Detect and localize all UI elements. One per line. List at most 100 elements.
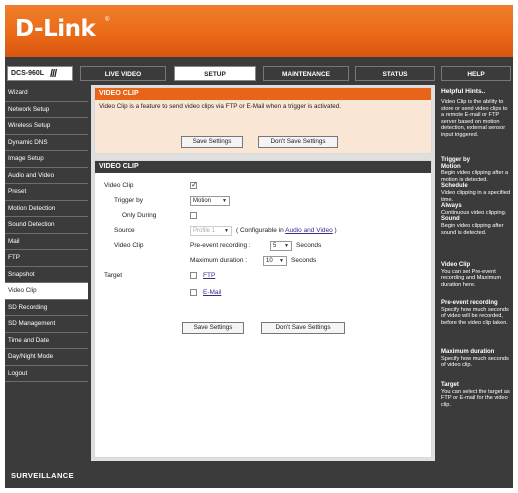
audio-and-video-link[interactable]: Audio and Video (285, 227, 333, 234)
main-content: VIDEO CLIP Video Clip is a feature to se… (91, 85, 435, 461)
form-title: VIDEO CLIP (95, 161, 431, 173)
pre-event-recording-value: 5 (273, 243, 277, 249)
help-sound-title: Sound (441, 216, 460, 223)
sidebar-item-snapshot[interactable]: Snapshot (5, 266, 88, 283)
sidebar-item-network-setup[interactable]: Network Setup (5, 101, 88, 118)
help-target-text: You can select the target as FTP or E-ma… (441, 388, 510, 408)
help-max-duration-section: Maximum duration Specify how much second… (441, 349, 510, 369)
footer: SURVEILLANCE (5, 463, 513, 488)
chevron-down-icon: ▼ (222, 198, 227, 204)
sidebar-item-wizard[interactable]: Wizard (5, 85, 88, 102)
header-banner: D-Link ® (5, 5, 513, 57)
model-name: DCS-960L (11, 70, 45, 77)
maximum-duration-select[interactable]: 10 ▼ (263, 256, 287, 266)
sidebar-item-motion-detection[interactable]: Motion Detection (5, 200, 88, 217)
help-target-section: Target You can select the target as FTP … (441, 382, 510, 408)
intro-panel: VIDEO CLIP Video Clip is a feature to se… (94, 87, 432, 154)
sidebar-item-time-and-date[interactable]: Time and Date (5, 332, 88, 349)
pre-event-seconds-unit: Seconds (296, 242, 322, 249)
sidebar-item-logout[interactable]: Logout (5, 365, 88, 382)
tab-maintenance[interactable]: MAINTENANCE (263, 66, 349, 81)
target-label: Target (104, 272, 123, 279)
maximum-duration-label: Maximum duration : (190, 257, 248, 264)
ftp-link[interactable]: FTP (203, 272, 215, 279)
sidebar-item-dynamic-dns[interactable]: Dynamic DNS (5, 134, 88, 151)
help-schedule-text: Video clipping in a specified time. (441, 189, 510, 203)
help-schedule-title: Schedule (441, 183, 468, 190)
trigger-by-select[interactable]: Motion ▼ (190, 196, 230, 206)
top-nav: DCS-960L /// LIVE VIDEO SETUP MAINTENANC… (5, 65, 513, 82)
source-note-prefix: ( Configurable in (236, 227, 286, 234)
intro-title: VIDEO CLIP (95, 88, 431, 100)
only-during-label: Only During (122, 212, 157, 219)
bottom-save-settings-button[interactable]: Save Settings (182, 322, 244, 334)
sidebar-item-mail[interactable]: Mail (5, 233, 88, 250)
help-motion-title: Motion (441, 163, 461, 170)
tab-setup[interactable]: SETUP (174, 66, 256, 81)
help-max-duration-text: Specify how much seconds of video clip. (441, 355, 509, 369)
help-sound-text: Begin video clipping after sound is dete… (441, 222, 504, 236)
help-pre-event-section: Pre-event recording Specify how much sec… (441, 300, 510, 326)
intro-description: Video Clip is a feature to send video cl… (99, 103, 341, 110)
tab-status[interactable]: STATUS (355, 66, 435, 81)
help-clip-section: Video Clip You can set Pre-event recordi… (441, 262, 510, 288)
email-target-checkbox[interactable] (190, 289, 197, 296)
bottom-dont-save-settings-button[interactable]: Don't Save Settings (261, 322, 345, 334)
source-label: Source (114, 227, 135, 234)
footer-surveillance-text: SURVEILLANCE (11, 471, 75, 480)
clip-settings-label: Video Clip (114, 242, 144, 249)
pre-event-recording-select[interactable]: 5 ▼ (270, 241, 292, 251)
email-link[interactable]: E-Mail (203, 289, 221, 296)
maximum-duration-value: 10 (266, 258, 273, 264)
sidebar-item-sd-management[interactable]: SD Management (5, 316, 88, 333)
sidebar-item-sd-recording[interactable]: SD Recording (5, 299, 88, 316)
top-dont-save-settings-button[interactable]: Don't Save Settings (258, 136, 338, 148)
sidebar-item-video-clip[interactable]: Video Clip (5, 283, 88, 300)
pre-event-recording-label: Pre-event recording : (190, 242, 251, 249)
help-clip-text: You can set Pre-event recording and Maxi… (441, 268, 502, 288)
help-motion-text: Begin video clipping after a motion is d… (441, 170, 509, 183)
dlink-logo: D-Link (15, 16, 96, 42)
help-panel: Helpful Hints.. Video Clip is the abilit… (438, 85, 511, 461)
source-value: Profile 1 (193, 228, 216, 234)
sidebar-item-wireless-setup[interactable]: Wireless Setup (5, 118, 88, 135)
model-slash-graphic: /// (50, 68, 57, 80)
ftp-target-checkbox[interactable] (190, 272, 197, 279)
video-clip-enable-checkbox[interactable] (190, 180, 198, 189)
help-max-duration-title: Maximum duration (441, 349, 495, 355)
help-always-text: Continuous video clipping. (441, 209, 507, 216)
sidebar-item-audio-and-video[interactable]: Audio and Video (5, 167, 88, 184)
help-trigger-section: Trigger by Motion Begin video clipping a… (441, 157, 510, 236)
sidebar-item-image-setup[interactable]: Image Setup (5, 151, 88, 168)
sidebar-item-preset[interactable]: Preset (5, 184, 88, 201)
maximum-duration-seconds-unit: Seconds (291, 257, 317, 264)
help-intro: Video Clip is the ability to store or se… (441, 99, 508, 138)
top-save-settings-button[interactable]: Save Settings (181, 136, 243, 148)
video-clip-enable-label: Video Clip (104, 182, 134, 189)
sidebar-item-sound-detection[interactable]: Sound Detection (5, 217, 88, 234)
trigger-by-label: Trigger by (114, 197, 144, 204)
sidebar-item-day-night-mode[interactable]: Day/Night Mode (5, 349, 88, 366)
video-clip-form: VIDEO CLIP Video Clip Trigger by Motion … (94, 160, 432, 458)
chevron-down-icon: ▼ (279, 258, 284, 264)
model-badge: DCS-960L /// (7, 66, 73, 81)
help-always-title: Always (441, 203, 462, 210)
trigger-by-value: Motion (193, 198, 212, 204)
source-note: ( Configurable in Audio and Video ) (236, 227, 337, 234)
chevron-down-icon: ▼ (284, 243, 289, 249)
tab-live-video[interactable]: LIVE VIDEO (80, 66, 166, 81)
only-during-checkbox[interactable] (190, 212, 197, 219)
source-select[interactable]: Profile 1 ▼ (190, 226, 232, 236)
help-pre-event-text: Specify how much seconds of video will b… (441, 306, 509, 326)
sidebar-item-ftp[interactable]: FTP (5, 250, 88, 267)
help-clip-title: Video Clip (441, 262, 471, 268)
help-target-title: Target (441, 382, 459, 388)
tab-help[interactable]: HELP (441, 66, 511, 81)
source-note-suffix: ) (332, 227, 337, 234)
help-trigger-title: Trigger by (441, 157, 471, 163)
sidebar: Wizard Network Setup Wireless Setup Dyna… (5, 85, 88, 382)
help-title: Helpful Hints.. (441, 88, 486, 95)
help-pre-event-title: Pre-event recording (441, 300, 498, 306)
chevron-down-icon: ▼ (224, 228, 229, 234)
registered-mark: ® (105, 17, 110, 23)
